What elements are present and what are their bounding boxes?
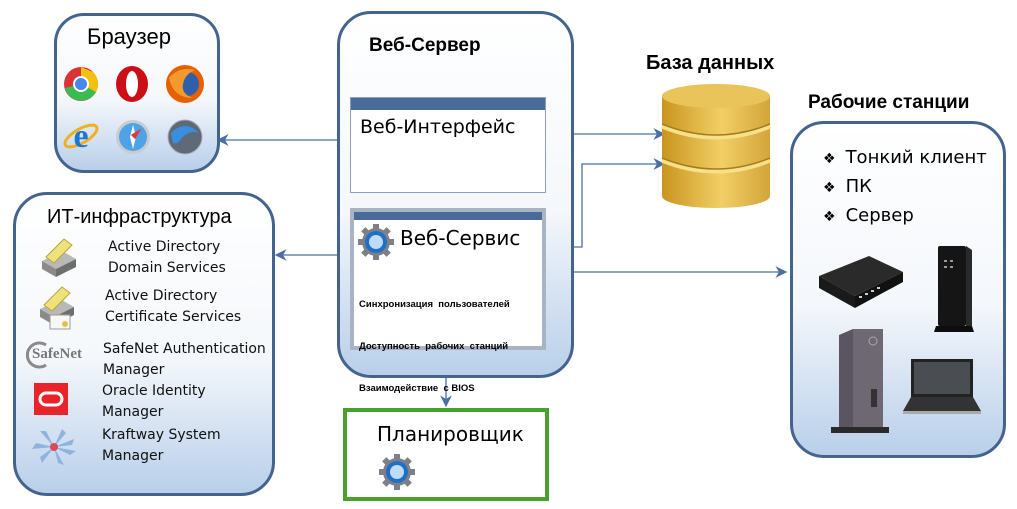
kraftway-logo-icon <box>32 429 76 465</box>
web-service-title: Веб-Сервис <box>400 226 521 250</box>
workstations-list: ❖ Тонкий клиент ❖ ПК ❖ Сервер <box>823 144 987 231</box>
workstations-title: Рабочие станции <box>808 92 970 113</box>
chrome-icon <box>64 67 98 101</box>
web-service-header-bar <box>354 212 542 220</box>
laptop-icon <box>903 359 981 414</box>
scheduler-panel[interactable]: Планировщик <box>343 408 549 501</box>
bullet-icon: ❖ <box>823 209 836 225</box>
web-server-panel: Веб-Сервер Веб-Интерфейс Веб-Сервис Синх… <box>337 11 574 436</box>
ad-domain-server-icon <box>42 238 76 277</box>
feature-item: Взаимодействие с BIOS <box>359 383 475 394</box>
feature-item: Синхронизация пользователей <box>359 299 510 310</box>
browser-panel: Браузер e <box>54 13 220 173</box>
internet-explorer-icon: e <box>63 118 99 154</box>
feature-item: Доступность рабочих станций <box>359 341 509 352</box>
database-title: База данных <box>646 52 775 74</box>
scheduler-title: Планировщик <box>377 422 524 446</box>
thin-client-box-icon <box>819 256 903 308</box>
bullet-icon: ❖ <box>823 180 836 196</box>
it-item-safenet: SafeNet Authentication Manager <box>103 341 266 378</box>
bullet-icon: ❖ <box>823 151 836 167</box>
it-item-oracle: Oracle Identity Manager <box>102 383 206 420</box>
database-icon <box>661 84 771 208</box>
svg-text:e: e <box>73 118 88 154</box>
it-infrastructure-panel: ИТ-инфраструктура Active Directory Domai… <box>13 192 275 496</box>
oracle-logo-icon <box>34 383 68 415</box>
workstation-type-item: ❖ Сервер <box>823 205 914 226</box>
browser-title: Браузер <box>87 24 171 49</box>
web-interface-title: Веб-Интерфейс <box>360 116 516 138</box>
it-item-ad-domain: Active Directory Domain Services <box>108 239 226 276</box>
it-item-kraftway: Kraftway System Manager <box>102 427 221 464</box>
safenet-logo-icon: SafeNet <box>26 341 88 369</box>
desktop-pc-icon <box>831 329 889 433</box>
it-item-ad-certificate: Active Directory Certificate Services <box>105 288 242 325</box>
thin-client-tower-icon <box>934 246 974 332</box>
gear-icon <box>358 224 394 260</box>
workstation-type-item: ❖ Тонкий клиент <box>823 147 987 168</box>
safari-icon <box>116 120 150 154</box>
workstations-panel: ❖ Тонкий клиент ❖ ПК ❖ Сервер <box>790 121 1006 458</box>
web-interface-header-bar <box>351 98 545 110</box>
firefox-icon <box>166 65 204 103</box>
gear-icon <box>379 454 415 490</box>
web-interface-panel[interactable]: Веб-Интерфейс <box>350 97 546 193</box>
workstation-type-item: ❖ ПК <box>823 176 872 197</box>
ad-certificate-server-icon <box>40 286 74 330</box>
web-service-panel[interactable]: Веб-Сервис Синхронизация пользователей Д… <box>350 208 546 436</box>
maxthon-icon <box>167 119 203 155</box>
web-server-title: Веб-Сервер <box>369 35 481 56</box>
it-infrastructure-title: ИТ-инфраструктура <box>47 206 232 228</box>
opera-icon <box>116 66 148 102</box>
